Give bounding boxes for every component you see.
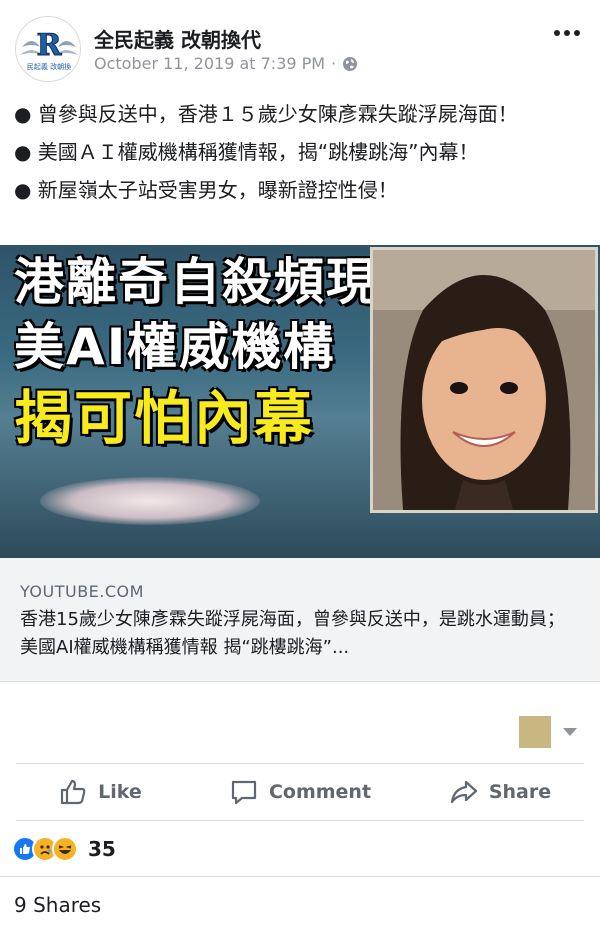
post-text: ● 曾參與反送中，香港１５歲少女陳彥霖失蹤浮屍海面！ ● 美國ＡＩ權威機構稱獲情… bbox=[14, 100, 574, 214]
svg-text:R: R bbox=[37, 28, 63, 63]
page-avatar[interactable]: R 民起義 改朝換 bbox=[15, 16, 81, 82]
thumbs-up-icon bbox=[61, 779, 86, 805]
action-bar: Like Comment Share bbox=[0, 764, 600, 820]
reaction-summary[interactable]: 35 bbox=[12, 834, 116, 864]
thumbnail-headline-3: 揭可怕內幕 bbox=[14, 384, 315, 452]
chevron-down-icon[interactable] bbox=[563, 728, 577, 736]
post-timestamp[interactable]: October 11, 2019 at 7:39 PM bbox=[94, 54, 325, 73]
post-header: R 民起義 改朝換 全民起義 改朝換代 October 11, 2019 at … bbox=[0, 0, 600, 90]
comment-button[interactable]: Comment bbox=[200, 764, 400, 820]
share-button[interactable]: Share bbox=[400, 764, 600, 820]
link-title: 香港15歲少女陳彥霖失蹤浮屍海面，曾參與反送中，是跳水運動員；美國AI權威機構稱… bbox=[20, 609, 565, 658]
divider bbox=[0, 876, 600, 877]
page-name[interactable]: 全民起義 改朝換代 bbox=[94, 24, 261, 53]
link-domain: YOUTUBE.COM bbox=[20, 582, 144, 601]
more-dot-icon bbox=[564, 30, 570, 36]
share-arrow-icon bbox=[450, 780, 477, 804]
blurred-figure bbox=[40, 477, 260, 525]
video-thumbnail[interactable]: 港離奇自殺頻現 美AI權威機構 揭可怕內幕 bbox=[0, 245, 600, 558]
like-button[interactable]: Like bbox=[0, 764, 200, 820]
post-line: ● 曾參與反送中，香港１５歲少女陳彥霖失蹤浮屍海面！ bbox=[14, 102, 518, 126]
more-dot-icon bbox=[554, 30, 560, 36]
like-label: Like bbox=[98, 781, 142, 803]
page-logo-icon: R 民起義 改朝換 bbox=[20, 28, 78, 71]
meta-separator: · bbox=[331, 54, 337, 73]
divider bbox=[16, 820, 584, 821]
portrait-photo bbox=[370, 247, 598, 513]
reaction-count: 35 bbox=[88, 837, 116, 861]
more-options-button[interactable] bbox=[554, 30, 580, 36]
svg-text:民起義 改朝換: 民起義 改朝換 bbox=[27, 62, 71, 71]
reaction-selector-button[interactable] bbox=[519, 716, 551, 748]
thumbnail-headline-1: 港離奇自殺頻現 bbox=[14, 253, 378, 311]
post-line: ● 新屋嶺太子站受害男女，曝新證控性侵！ bbox=[14, 178, 398, 202]
post-line: ● 美國ＡＩ權威機構稱獲情報，揭“跳樓跳海”內幕！ bbox=[14, 140, 479, 164]
comment-label: Comment bbox=[268, 781, 372, 803]
share-count[interactable]: 9 Shares bbox=[14, 893, 101, 917]
haha-reaction-icon bbox=[52, 836, 78, 862]
share-label: Share bbox=[488, 781, 552, 803]
more-dot-icon bbox=[574, 30, 580, 36]
comment-icon bbox=[231, 780, 257, 805]
portrait-image bbox=[373, 250, 595, 510]
link-preview[interactable]: YOUTUBE.COM 香港15歲少女陳彥霖失蹤浮屍海面，曾參與反送中，是跳水運… bbox=[0, 558, 600, 682]
thumbnail-headline-2: 美AI權威機構 bbox=[14, 318, 336, 376]
globe-icon bbox=[343, 56, 358, 71]
post-meta: October 11, 2019 at 7:39 PM · bbox=[94, 54, 358, 73]
